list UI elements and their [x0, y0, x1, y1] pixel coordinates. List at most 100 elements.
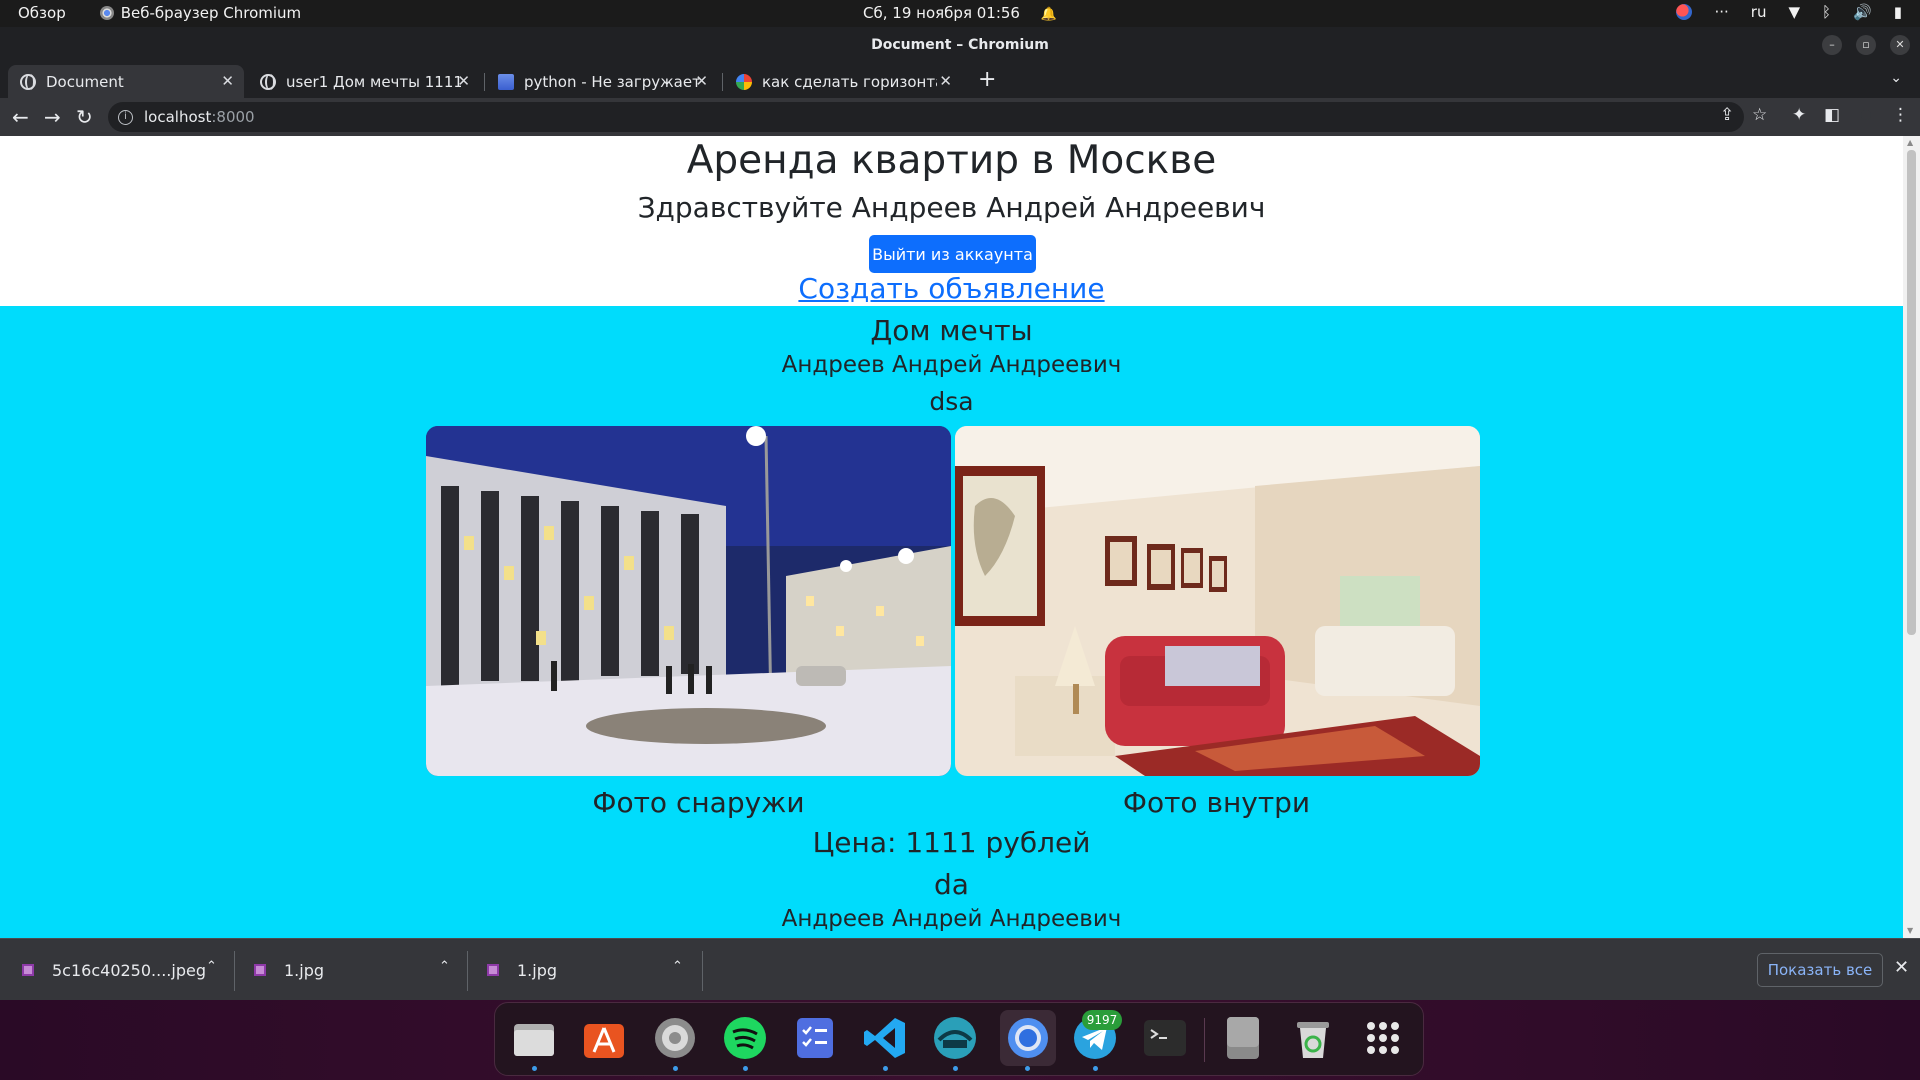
- share-icon[interactable]: ⇪: [1720, 105, 1734, 125]
- address-bar[interactable]: i localhost:8000: [108, 102, 1744, 132]
- tab-document[interactable]: Document ✕: [8, 65, 244, 98]
- listing-extra: da: [934, 868, 969, 901]
- photo-inside: [955, 426, 1480, 776]
- tab-listing[interactable]: user1 Дом мечты 1111 | C ✕: [248, 65, 480, 98]
- reload-button[interactable]: ↻: [76, 105, 93, 129]
- chevron-up-icon[interactable]: ⌃: [206, 959, 217, 974]
- address-host: localhost: [144, 108, 212, 126]
- tab-label: Document: [46, 72, 124, 91]
- keyboard-layout[interactable]: ru: [1751, 3, 1767, 21]
- downloads-shelf: 5c16c40250....jpeg ⌃ 1.jpg ⌃ 1.jpg ⌃ Пок…: [0, 938, 1920, 1000]
- download-divider: [467, 951, 468, 991]
- tab-close-icon[interactable]: ✕: [695, 72, 708, 90]
- bug-app-icon[interactable]: [931, 1014, 979, 1062]
- image-file-icon: [22, 964, 34, 976]
- create-listing-link[interactable]: Создать объявление: [0, 272, 1903, 305]
- tab-close-icon[interactable]: ✕: [221, 72, 234, 90]
- extensions-icon[interactable]: ✦: [1792, 105, 1806, 125]
- battery-icon[interactable]: ▮: [1894, 3, 1902, 21]
- trash-icon[interactable]: [1289, 1014, 1337, 1062]
- forward-button[interactable]: →: [44, 105, 61, 129]
- files-icon[interactable]: [510, 1014, 558, 1062]
- maximize-button[interactable]: ▫: [1856, 35, 1876, 55]
- running-indicator: [673, 1066, 678, 1071]
- scrollbar-thumb[interactable]: [1907, 150, 1916, 635]
- running-indicator: [532, 1066, 537, 1071]
- page-header: Аренда квартир в Москве Здравствуйте Анд…: [0, 136, 1903, 306]
- tab-divider: [722, 73, 723, 91]
- page-title: Аренда квартир в Москве: [686, 138, 1217, 183]
- tray-menu-icon[interactable]: ···: [1714, 3, 1728, 21]
- bookmark-star-icon[interactable]: ☆: [1752, 105, 1767, 125]
- google-icon: [736, 73, 752, 90]
- close-shelf-icon[interactable]: ✕: [1894, 957, 1909, 978]
- chromium-icon[interactable]: [1000, 1010, 1056, 1066]
- scroll-down-icon[interactable]: ▼: [1907, 926, 1913, 935]
- tab-divider: [484, 73, 485, 91]
- download-item[interactable]: 5c16c40250....jpeg ⌃: [22, 939, 222, 1001]
- bluetooth-icon[interactable]: ᛒ: [1822, 3, 1831, 21]
- window-titlebar: Document – Chromium – ▫ ✕: [0, 27, 1920, 63]
- clock[interactable]: Сб, 19 ноября 01:56: [863, 4, 1020, 22]
- planner-icon[interactable]: [791, 1014, 839, 1062]
- download-name: 1.jpg: [517, 960, 558, 980]
- side-panel-icon[interactable]: ◧: [1824, 105, 1840, 125]
- photo-outside: [426, 426, 951, 776]
- new-tab-button[interactable]: +: [978, 67, 996, 92]
- telegram-badge: 9197: [1082, 1010, 1122, 1030]
- tab-search-icon[interactable]: ⌄: [1890, 70, 1902, 86]
- tab-google[interactable]: как сделать горизонталь ✕: [724, 65, 962, 98]
- browser-toolbar: ← → ↻ i localhost:8000 ⇪ ☆ ✦ ◧ ⋮: [0, 98, 1920, 136]
- tab-stackoverflow[interactable]: python - Не загружается ✕: [486, 65, 718, 98]
- stackoverflow-icon: [498, 73, 514, 90]
- image-file-icon: [254, 964, 266, 976]
- listing-price: Цена: 1111 рублей: [812, 826, 1091, 859]
- running-indicator: [1025, 1066, 1030, 1071]
- tray-app-icon[interactable]: [1676, 4, 1693, 20]
- running-indicator: [883, 1066, 888, 1071]
- tab-close-icon[interactable]: ✕: [939, 72, 952, 90]
- info-icon[interactable]: i: [118, 109, 133, 125]
- page-viewport: Аренда квартир в Москве Здравствуйте Анд…: [0, 136, 1920, 938]
- address-port: :8000: [211, 108, 255, 126]
- tab-close-icon[interactable]: ✕: [457, 72, 470, 90]
- back-button[interactable]: ←: [12, 105, 29, 129]
- volume-icon[interactable]: 🔊: [1853, 3, 1872, 21]
- listing-card: Дом мечты Андреев Андрей Андреевич dsa Ф…: [0, 306, 1903, 938]
- window-title: Document – Chromium: [871, 37, 1049, 53]
- tab-label: user1 Дом мечты 1111 | C: [286, 72, 461, 91]
- settings-icon[interactable]: [651, 1014, 699, 1062]
- running-indicator: [1093, 1066, 1098, 1071]
- terminal-icon[interactable]: [1141, 1014, 1189, 1062]
- dock-divider: [1204, 1018, 1205, 1062]
- logout-button[interactable]: Выйти из аккаунта: [869, 235, 1036, 273]
- show-apps-icon[interactable]: [1359, 1014, 1407, 1062]
- tab-label: python - Не загружается: [524, 72, 699, 91]
- chevron-up-icon[interactable]: ⌃: [439, 959, 450, 974]
- browser-menu-icon[interactable]: ⋮: [1892, 105, 1909, 125]
- photo-inside-caption: Фото внутри: [1122, 786, 1311, 819]
- download-item[interactable]: 1.jpg ⌃: [487, 939, 687, 1001]
- listing-owner: Андреев Андрей Андреевич: [781, 352, 1122, 378]
- app-center-icon[interactable]: [580, 1014, 628, 1062]
- chevron-up-icon[interactable]: ⌃: [672, 959, 683, 974]
- download-name: 5c16c40250....jpeg: [52, 960, 206, 980]
- ssd-drive-icon[interactable]: [1219, 1014, 1267, 1062]
- download-item[interactable]: 1.jpg ⌃: [254, 939, 454, 1001]
- listing-title: Дом мечты: [870, 314, 1033, 347]
- download-divider: [234, 951, 235, 991]
- page-scrollbar[interactable]: ▲ ▼: [1903, 136, 1920, 938]
- listing-description: dsa: [929, 387, 974, 416]
- wifi-icon[interactable]: ▼: [1788, 3, 1800, 21]
- tab-label: как сделать горизонталь: [762, 72, 937, 91]
- running-indicator: [953, 1066, 958, 1071]
- spotify-icon[interactable]: [721, 1014, 769, 1062]
- close-window-button[interactable]: ✕: [1890, 35, 1910, 55]
- photo-outside-caption: Фото снаружи: [592, 786, 805, 819]
- vscode-icon[interactable]: [861, 1014, 909, 1062]
- scroll-up-icon[interactable]: ▲: [1907, 138, 1913, 147]
- minimize-button[interactable]: –: [1822, 35, 1842, 55]
- tab-strip: Document ✕ user1 Дом мечты 1111 | C ✕ py…: [0, 63, 1920, 98]
- bell-icon: 🔔: [1040, 7, 1057, 22]
- show-all-downloads-button[interactable]: Показать все: [1757, 953, 1883, 987]
